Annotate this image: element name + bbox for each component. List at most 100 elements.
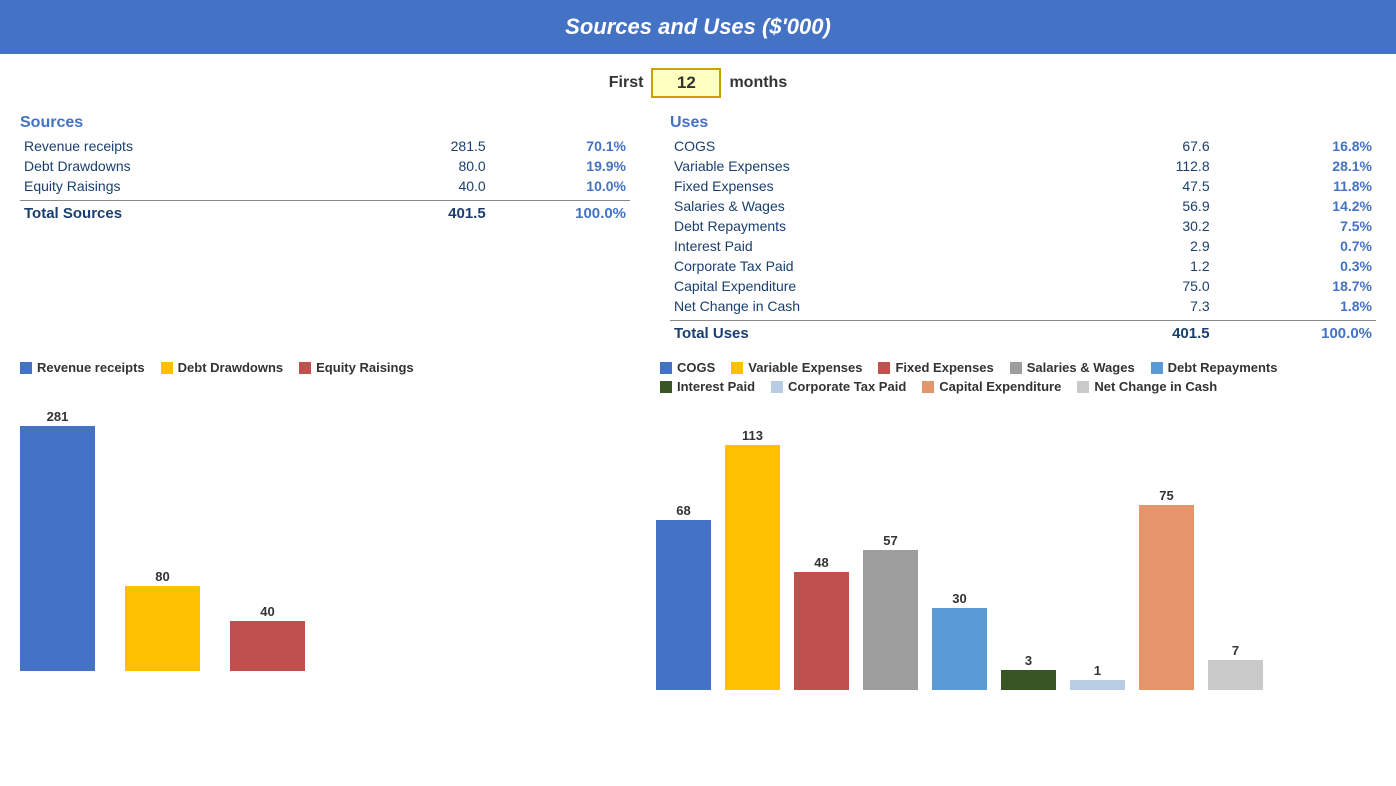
legend-color-box: [878, 362, 890, 374]
row-label: Net Change in Cash: [670, 296, 1058, 316]
row-label: Variable Expenses: [670, 156, 1058, 176]
bar-value-label: 1: [1094, 663, 1101, 678]
row-pct: 19.9%: [490, 156, 630, 176]
sources-column: Sources Revenue receipts 281.5 70.1% Deb…: [0, 108, 650, 346]
row-label: Equity Raisings: [20, 176, 356, 196]
bar-value-label: 80: [155, 569, 169, 584]
legend-label: Equity Raisings: [316, 360, 414, 375]
bar: [230, 621, 305, 671]
bar-value-label: 48: [814, 555, 828, 570]
table-row: COGS 67.6 16.8%: [670, 136, 1376, 156]
row-value: 7.3: [1058, 296, 1213, 316]
table-row: Interest Paid 2.9 0.7%: [670, 236, 1376, 256]
bar: [1139, 505, 1194, 690]
table-row: Variable Expenses 112.8 28.1%: [670, 156, 1376, 176]
row-pct: 1.8%: [1214, 296, 1376, 316]
row-value: 1.2: [1058, 256, 1213, 276]
uses-total-pct: 100.0%: [1214, 321, 1376, 347]
legend-label: Corporate Tax Paid: [788, 379, 906, 394]
sources-total-value: 401.5: [356, 201, 490, 227]
legend-label: Debt Drawdowns: [178, 360, 283, 375]
bar-value-label: 3: [1025, 653, 1032, 668]
uses-chart: COGS Variable Expenses Fixed Expenses Sa…: [650, 356, 1386, 690]
bar-value-label: 113: [742, 428, 763, 443]
row-label: COGS: [670, 136, 1058, 156]
legend-label: Capital Expenditure: [939, 379, 1061, 394]
bar-value-label: 68: [676, 503, 690, 518]
legend-label: Salaries & Wages: [1027, 360, 1135, 375]
table-row: Salaries & Wages 56.9 14.2%: [670, 196, 1376, 216]
bar-group: 3: [1001, 400, 1056, 690]
row-value: 56.9: [1058, 196, 1213, 216]
legend-item: COGS: [660, 360, 715, 375]
bar-value-label: 7: [1232, 643, 1239, 658]
table-row: Net Change in Cash 7.3 1.8%: [670, 296, 1376, 316]
legend-color-box: [660, 381, 672, 393]
legend-item: Capital Expenditure: [922, 379, 1061, 394]
sources-table: Revenue receipts 281.5 70.1% Debt Drawdo…: [20, 136, 630, 196]
bar-value-label: 75: [1159, 488, 1173, 503]
legend-label: Net Change in Cash: [1094, 379, 1217, 394]
row-value: 47.5: [1058, 176, 1213, 196]
sources-bar-chart: 281 80 40: [10, 381, 650, 671]
row-label: Corporate Tax Paid: [670, 256, 1058, 276]
sources-total-row: Total Sources 401.5 100.0%: [20, 200, 630, 226]
uses-legend: COGS Variable Expenses Fixed Expenses Sa…: [650, 356, 1386, 400]
bar-group: 48: [794, 400, 849, 690]
row-pct: 70.1%: [490, 136, 630, 156]
bar-value-label: 281: [47, 409, 69, 424]
bar-value-label: 30: [952, 591, 966, 606]
row-pct: 11.8%: [1214, 176, 1376, 196]
row-value: 80.0: [356, 156, 490, 176]
bar: [125, 586, 200, 671]
legend-item: Revenue receipts: [20, 360, 145, 375]
sources-total-pct: 100.0%: [490, 201, 630, 227]
legend-color-box: [922, 381, 934, 393]
bar-group: 30: [932, 400, 987, 690]
bar: [863, 550, 918, 690]
legend-item: Salaries & Wages: [1010, 360, 1135, 375]
legend-item: Interest Paid: [660, 379, 755, 394]
row-value: 112.8: [1058, 156, 1213, 176]
bar: [1001, 670, 1056, 690]
legend-label: Debt Repayments: [1168, 360, 1278, 375]
row-value: 40.0: [356, 176, 490, 196]
row-label: Debt Repayments: [670, 216, 1058, 236]
sources-chart: Revenue receipts Debt Drawdowns Equity R…: [10, 356, 650, 690]
row-pct: 14.2%: [1214, 196, 1376, 216]
row-pct: 10.0%: [490, 176, 630, 196]
row-label: Interest Paid: [670, 236, 1058, 256]
legend-label: COGS: [677, 360, 715, 375]
table-row: Debt Drawdowns 80.0 19.9%: [20, 156, 630, 176]
legend-color-box: [20, 362, 32, 374]
legend-item: Net Change in Cash: [1077, 379, 1217, 394]
table-row: Debt Repayments 30.2 7.5%: [670, 216, 1376, 236]
bar-group: 1: [1070, 400, 1125, 690]
months-input[interactable]: [651, 68, 721, 98]
row-value: 30.2: [1058, 216, 1213, 236]
row-pct: 18.7%: [1214, 276, 1376, 296]
uses-total-label: Total Uses: [670, 321, 1058, 347]
uses-column: Uses COGS 67.6 16.8% Variable Expenses 1…: [650, 108, 1396, 346]
bar-group: 80: [125, 381, 200, 671]
uses-total-row: Total Uses 401.5 100.0%: [670, 320, 1376, 346]
charts-section: Revenue receipts Debt Drawdowns Equity R…: [0, 346, 1396, 690]
table-row: Revenue receipts 281.5 70.1%: [20, 136, 630, 156]
table-row: Corporate Tax Paid 1.2 0.3%: [670, 256, 1376, 276]
bar: [1070, 680, 1125, 690]
bar-value-label: 57: [883, 533, 897, 548]
row-label: Salaries & Wages: [670, 196, 1058, 216]
uses-table: COGS 67.6 16.8% Variable Expenses 112.8 …: [670, 136, 1376, 316]
bar-value-label: 40: [260, 604, 274, 619]
first-label: First: [609, 74, 644, 92]
legend-label: Fixed Expenses: [895, 360, 993, 375]
row-pct: 0.3%: [1214, 256, 1376, 276]
row-pct: 16.8%: [1214, 136, 1376, 156]
table-row: Equity Raisings 40.0 10.0%: [20, 176, 630, 196]
bar: [725, 445, 780, 690]
bar: [794, 572, 849, 690]
legend-color-box: [1151, 362, 1163, 374]
legend-color-box: [1010, 362, 1022, 374]
sources-legend: Revenue receipts Debt Drawdowns Equity R…: [10, 356, 650, 381]
bar-group: 113: [725, 400, 780, 690]
